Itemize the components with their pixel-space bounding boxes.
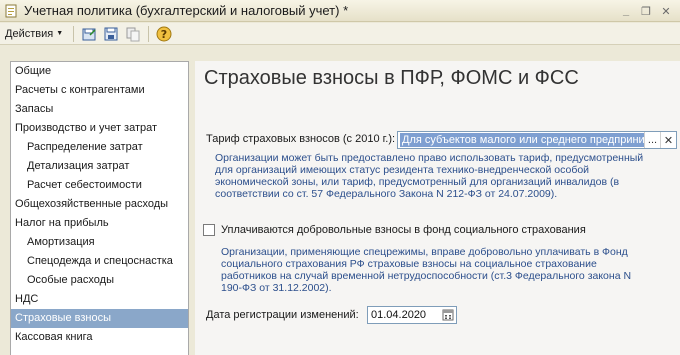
reg-date-value[interactable]: 01.04.2020: [368, 309, 440, 321]
sidebar-item[interactable]: Кассовая книга: [11, 328, 188, 347]
sidebar-item[interactable]: Страховые взносы: [11, 309, 188, 328]
tariff-value[interactable]: Для субъектов малого или среднего предпр…: [400, 133, 644, 147]
sidebar: Общие Расчеты с контрагентами Запасы Произв…: [10, 61, 189, 355]
note-line: для организаций имеющих статус резидента…: [215, 164, 590, 176]
document-icon: [5, 4, 17, 17]
note-line: соответствии со ст. 57 Федерального Зако…: [215, 188, 558, 200]
dropdown-arrow-icon: ▼: [56, 30, 64, 37]
title-bar: Учетная политика (бухгалтерский и налого…: [0, 0, 680, 22]
toolbar-separator: [73, 25, 75, 42]
page-title: Страховые взносы в ПФР, ФОМС и ФСС: [204, 67, 579, 89]
note-line: социального страхования РФ страховые взн…: [221, 258, 597, 270]
copy-icon[interactable]: [124, 25, 142, 43]
toolbar: Действия ▼ ?: [0, 23, 680, 45]
actions-menu-button[interactable]: Действия ▼: [0, 28, 69, 40]
voluntary-label[interactable]: Уплачиваются добровольные взносы в фонд …: [221, 224, 586, 236]
sidebar-item[interactable]: Распределение затрат: [11, 138, 188, 157]
minimize-icon[interactable]: _: [618, 3, 634, 19]
sidebar-item[interactable]: Производство и учет затрат: [11, 119, 188, 138]
sidebar-item[interactable]: Общие: [11, 62, 188, 81]
sidebar-item[interactable]: Расчет себестоимости: [11, 176, 188, 195]
toolbar-separator: [148, 25, 150, 42]
save-close-icon[interactable]: [102, 25, 120, 43]
main-panel: Страховые взносы в ПФР, ФОМС и ФСС Тариф…: [195, 61, 680, 355]
sidebar-item[interactable]: Запасы: [11, 100, 188, 119]
reg-date-field[interactable]: 01.04.2020: [367, 306, 457, 324]
window-controls: _ ❐ ✕: [618, 3, 674, 19]
actions-label: Действия: [5, 27, 54, 40]
clear-icon[interactable]: ✕: [660, 132, 676, 148]
save-write-icon[interactable]: [80, 25, 98, 43]
restore-icon[interactable]: ❐: [638, 3, 654, 19]
calendar-icon[interactable]: [440, 307, 456, 323]
close-icon[interactable]: ✕: [658, 3, 674, 19]
note-line: экономической зоны, или тариф, предусмот…: [215, 176, 620, 188]
sidebar-item[interactable]: Налог на прибыль: [11, 214, 188, 233]
voluntary-note: Организации, применяющие спецрежимы, впр…: [221, 246, 631, 294]
tariff-note: Организации может быть предоставлено пра…: [215, 152, 643, 200]
help-icon[interactable]: ?: [155, 25, 173, 43]
sidebar-item[interactable]: Детализация затрат: [11, 157, 188, 176]
note-line: Организации, применяющие спецрежимы, впр…: [221, 246, 628, 258]
sidebar-item[interactable]: Расчеты с контрагентами: [11, 81, 188, 100]
select-button[interactable]: ...: [644, 132, 660, 148]
voluntary-checkbox[interactable]: [203, 224, 215, 236]
reg-date-label: Дата регистрации изменений:: [206, 309, 359, 321]
sidebar-item[interactable]: НДС: [11, 290, 188, 309]
sidebar-item[interactable]: Особые расходы: [11, 271, 188, 290]
note-line: Организации может быть предоставлено пра…: [215, 152, 644, 164]
sidebar-item[interactable]: Общехозяйственные расходы: [11, 195, 188, 214]
note-line: работников на случай временной нетрудосп…: [221, 270, 632, 282]
svg-text:?: ?: [161, 28, 167, 41]
window-title: Учетная политика (бухгалтерский и налого…: [24, 3, 349, 18]
sidebar-item[interactable]: Амортизация: [11, 233, 188, 252]
sidebar-item[interactable]: Спецодежда и спецоснастка: [11, 252, 188, 271]
note-line: 190-ФЗ от 31.12.2002).: [221, 282, 332, 294]
tariff-label: Тариф страховых взносов (с 2010 г.):: [206, 133, 396, 145]
tariff-field[interactable]: Для субъектов малого или среднего предпр…: [397, 131, 677, 149]
